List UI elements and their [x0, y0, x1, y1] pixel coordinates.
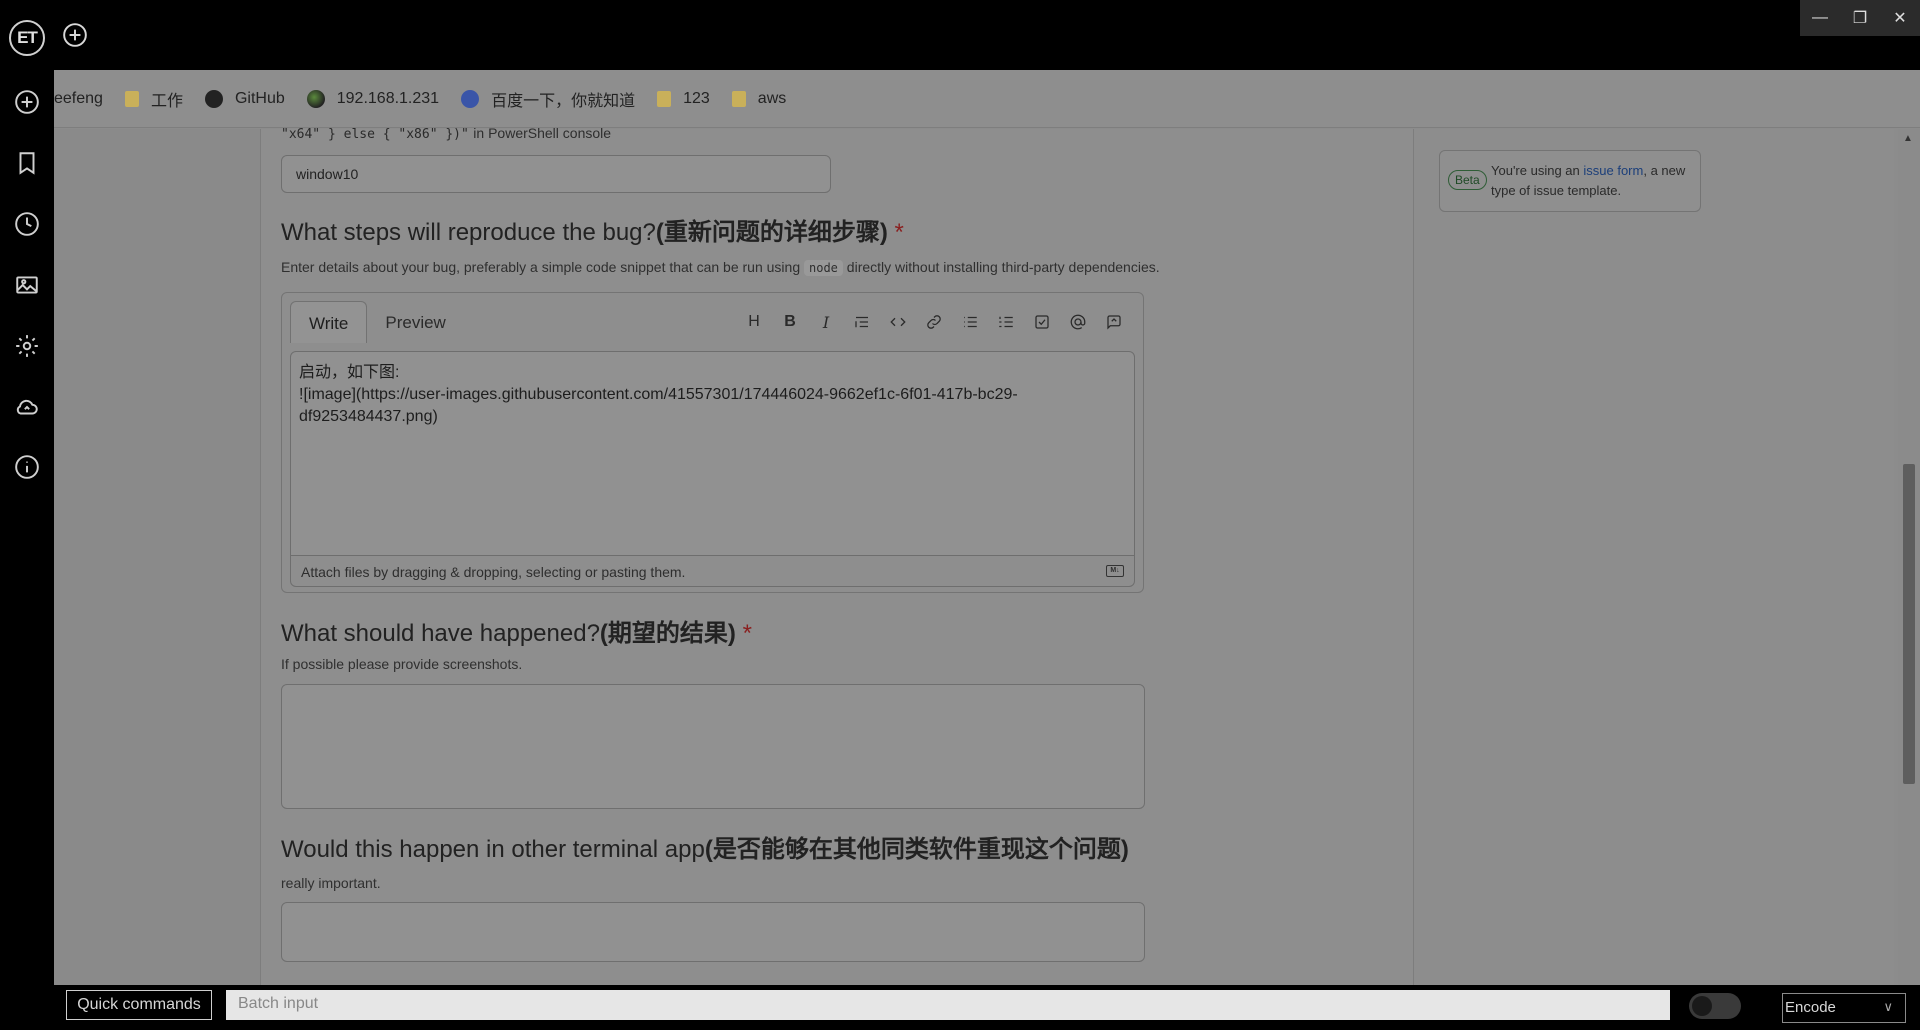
bullet-list-icon[interactable] — [959, 311, 981, 333]
issue-form: "x64" } else { "x86" })" in PowerShell c… — [260, 125, 1414, 985]
bookmark-item[interactable]: 123 — [657, 90, 710, 108]
expected-textarea[interactable] — [281, 684, 1145, 809]
info-icon[interactable] — [12, 452, 42, 482]
bookmark-item[interactable]: 百度一下，你就知道 — [461, 87, 635, 111]
markdown-toolbar: H B I — [743, 311, 1125, 333]
folder-icon — [731, 90, 746, 107]
notice-text: You're using an issue form, a new type o… — [1491, 163, 1686, 198]
steps-heading: What steps will reproduce the bug?(重新问题的… — [281, 219, 904, 246]
encode-select[interactable]: Encode ∨ — [1782, 993, 1906, 1023]
batch-input[interactable]: Batch input — [226, 990, 1670, 1020]
issue-sidebar: Beta You're using an issue form, a new t… — [1414, 129, 1894, 985]
bookmark-item[interactable]: 192.168.1.231 — [306, 89, 439, 108]
network-icon — [306, 89, 325, 108]
expected-heading: What should have happened?(期望的结果) * — [281, 620, 752, 647]
code-icon[interactable] — [887, 311, 909, 333]
tab-write[interactable]: Write — [290, 301, 368, 343]
bottom-bar: Quick commands Batch input Encode ∨ — [54, 985, 1920, 1030]
expected-description: If possible please provide screenshots. — [281, 656, 523, 672]
editor-tabs: Write Preview — [290, 301, 464, 343]
bookmark-item[interactable]: aws — [731, 90, 786, 108]
issue-form-notice: Beta You're using an issue form, a new t… — [1439, 150, 1701, 212]
bold-icon[interactable]: B — [779, 311, 801, 333]
other-terminal-description: really important. — [281, 875, 381, 891]
mention-icon[interactable] — [1067, 311, 1089, 333]
batch-toggle[interactable] — [1689, 993, 1741, 1019]
other-terminal-textarea[interactable] — [281, 902, 1145, 962]
heading-icon[interactable]: H — [743, 311, 765, 333]
scrollbar-thumb[interactable] — [1903, 464, 1915, 784]
steps-editor: Write Preview H B I 启动，如下图: ![image](htt… — [281, 292, 1144, 593]
os-hint: "x64" } else { "x86" })" in PowerShell c… — [281, 125, 612, 142]
page-scrollbar[interactable]: ▲ — [1898, 129, 1920, 985]
markdown-icon: M↓ — [1106, 565, 1124, 577]
attach-files-area[interactable]: Attach files by dragging & dropping, sel… — [290, 555, 1135, 587]
reference-icon[interactable] — [1103, 311, 1125, 333]
folder-icon — [657, 90, 672, 107]
chevron-down-icon: ∨ — [1883, 999, 1893, 1014]
minimize-icon[interactable]: — — [1800, 0, 1840, 36]
cloud-sync-icon[interactable] — [12, 392, 42, 422]
steps-textarea[interactable]: 启动，如下图: ![image](https://user-images.git… — [290, 351, 1135, 556]
title-bar: — ❐ ✕ — [54, 0, 1920, 70]
quick-commands-button[interactable]: Quick commands — [66, 990, 212, 1020]
issue-page: "x64" } else { "x86" })" in PowerShell c… — [54, 125, 1920, 985]
page-left-gutter — [54, 129, 260, 985]
numbered-list-icon[interactable] — [995, 311, 1017, 333]
os-input[interactable]: window10 — [281, 155, 831, 193]
app-logo: ET — [9, 20, 45, 56]
steps-description: Enter details about your bug, preferably… — [281, 259, 1160, 276]
issue-form-link[interactable]: issue form — [1583, 163, 1643, 178]
maximize-icon[interactable]: ❐ — [1840, 0, 1880, 36]
italic-icon[interactable]: I — [815, 311, 837, 333]
bookmarks-bar: eefeng 工作 GitHub 192.168.1.231 百度一下，你就知道… — [54, 70, 1920, 128]
image-icon[interactable] — [12, 270, 42, 300]
github-icon — [204, 89, 223, 108]
add-tab-icon[interactable] — [62, 22, 88, 48]
baidu-icon — [461, 89, 480, 108]
quote-icon[interactable] — [851, 311, 873, 333]
bookmark-item[interactable]: eefeng — [54, 90, 103, 108]
close-icon[interactable]: ✕ — [1880, 0, 1920, 36]
bookmark-item[interactable]: GitHub — [204, 89, 285, 108]
app-sidebar: ET — [0, 0, 54, 1030]
folder-icon — [124, 90, 139, 107]
scroll-up-icon[interactable]: ▲ — [1903, 133, 1913, 144]
remote-browser-view: eefeng 工作 GitHub 192.168.1.231 百度一下，你就知道… — [54, 70, 1920, 985]
bookmark-icon[interactable] — [12, 148, 42, 178]
task-list-icon[interactable] — [1031, 311, 1053, 333]
other-terminal-heading: Would this happen in other terminal app(… — [281, 836, 1129, 863]
tab-preview[interactable]: Preview — [367, 301, 463, 343]
history-icon[interactable] — [12, 209, 42, 239]
window-controls: — ❐ ✕ — [1800, 0, 1920, 36]
beta-badge: Beta — [1448, 170, 1487, 190]
link-icon[interactable] — [923, 311, 945, 333]
new-session-icon[interactable] — [12, 87, 42, 117]
settings-gear-icon[interactable] — [12, 331, 42, 361]
bookmark-item[interactable]: 工作 — [124, 87, 183, 111]
